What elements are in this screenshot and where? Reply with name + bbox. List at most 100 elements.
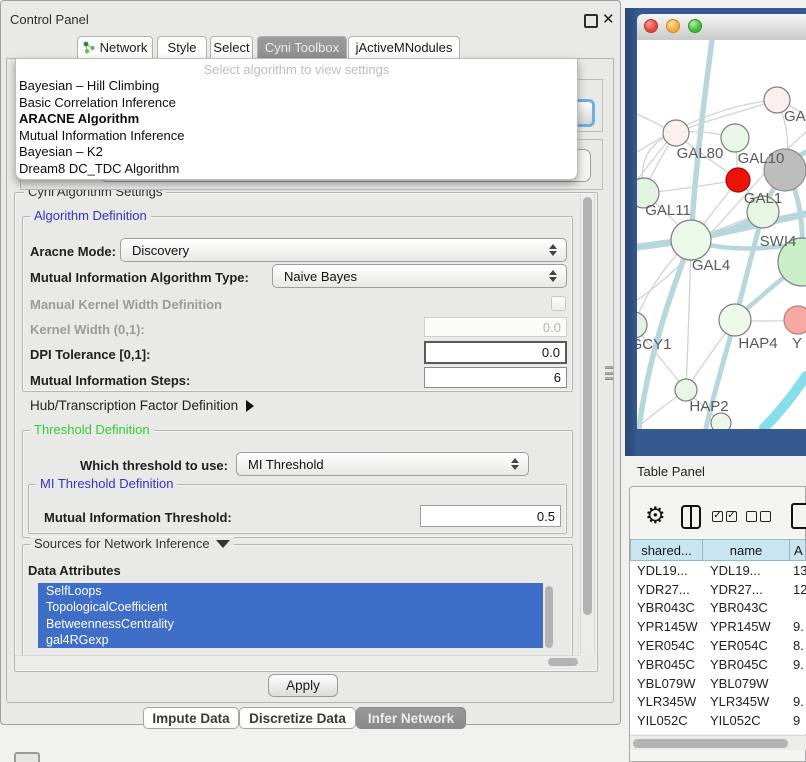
- tab-impute-data[interactable]: Impute Data: [143, 707, 239, 729]
- tab-cyni-toolbox[interactable]: Cyni Toolbox: [257, 36, 347, 58]
- float-panel-icon[interactable]: [584, 14, 598, 28]
- network-edge[interactable]: [764, 376, 806, 428]
- table-row[interactable]: YDL19...YDL19...13: [630, 561, 806, 580]
- network-canvas[interactable]: GALGAL80GAL10GAL1GAL11SWI4GAL4GCY1HAP4YH…: [637, 40, 806, 429]
- algorithm-option[interactable]: ARACNE Algorithm: [16, 111, 577, 128]
- table-cell: YBR043C: [630, 600, 703, 615]
- mi-steps-field[interactable]: 6: [424, 367, 567, 388]
- sources-clip-region: Sources for Network Inference Data Attri…: [15, 530, 579, 655]
- checked-checkbox-icon[interactable]: ✓: [712, 511, 723, 522]
- network-node-label: GAL1: [744, 190, 782, 207]
- settings-vertical-scrollbar-thumb[interactable]: [583, 197, 592, 615]
- data-attributes-label: Data Attributes: [28, 563, 121, 578]
- algorithm-option[interactable]: Mutual Information Inference: [16, 128, 577, 145]
- hub-definition-toggle[interactable]: Hub/Transcription Factor Definition: [30, 398, 254, 413]
- table-cell: YBR045C: [630, 657, 703, 672]
- algorithm-option[interactable]: Basic Correlation Inference: [16, 95, 577, 112]
- dpi-tolerance-label: DPI Tolerance [0,1]:: [30, 347, 150, 362]
- algorithm-dropdown-placeholder: Select algorithm to view settings: [16, 61, 577, 78]
- column-header-shared-name[interactable]: shared...: [630, 539, 703, 561]
- table-row[interactable]: YDR27...YDR27...12: [630, 580, 806, 599]
- data-attributes-list: SelfLoopsTopologicalCoefficientBetweenne…: [38, 583, 543, 648]
- settings-horizontal-scrollbar-thumb[interactable]: [548, 658, 578, 666]
- attribute-list-item[interactable]: gal4RGexp: [38, 632, 543, 648]
- network-node[interactable]: [726, 168, 750, 192]
- table-horizontal-scrollbar[interactable]: [630, 735, 806, 750]
- network-window-titlebar[interactable]: [637, 14, 806, 41]
- table-cell: 13: [790, 563, 806, 578]
- table-mode-icon[interactable]: [791, 503, 806, 529]
- tab-network[interactable]: Network: [77, 36, 153, 58]
- table-cell: 9.: [790, 694, 806, 709]
- table-cell: YPR145W: [703, 619, 790, 634]
- apply-button[interactable]: Apply: [268, 674, 338, 697]
- column-header-name[interactable]: name: [702, 539, 790, 561]
- network-node-label: GAL4: [692, 257, 730, 274]
- kernel-width-field[interactable]: 0.0: [424, 317, 567, 337]
- gear-icon[interactable]: ⚙: [645, 503, 666, 529]
- table-row[interactable]: YBR043CYBR043C: [630, 599, 806, 618]
- checked-checkbox-icon[interactable]: ✓: [726, 511, 737, 522]
- attribute-list-item[interactable]: SelfLoops: [38, 583, 543, 599]
- table-row[interactable]: YPR145WYPR145W9.: [630, 617, 806, 636]
- mi-threshold-field[interactable]: 0.5: [420, 505, 561, 527]
- column-header-partial[interactable]: A: [789, 539, 806, 561]
- table-row[interactable]: YBL079WYBL079W: [630, 674, 806, 693]
- close-panel-icon[interactable]: ✕: [602, 10, 615, 28]
- tab-infer-network[interactable]: Infer Network: [356, 707, 466, 729]
- unchecked-checkbox-icon[interactable]: [746, 511, 757, 522]
- manual-kernel-label: Manual Kernel Width Definition: [30, 297, 222, 312]
- network-node[interactable]: [721, 124, 749, 152]
- zoom-window-icon[interactable]: [688, 19, 702, 33]
- combo-spinner-icon: [548, 243, 558, 257]
- algorithm-option[interactable]: Bayesian – Hill Climbing: [16, 78, 577, 95]
- tab-jactivemnodules[interactable]: jActiveMNodules: [348, 36, 460, 58]
- network-node-label: GAL: [784, 108, 806, 125]
- network-node[interactable]: [719, 304, 751, 336]
- tab-select[interactable]: Select: [210, 36, 253, 58]
- minimize-window-icon[interactable]: [666, 19, 680, 33]
- mi-steps-label: Mutual Information Steps:: [30, 373, 190, 388]
- sources-group-title[interactable]: Sources for Network Inference: [30, 537, 234, 551]
- network-node[interactable]: [637, 312, 647, 338]
- unchecked-checkbox-icon[interactable]: [760, 511, 771, 522]
- attribute-list-item[interactable]: BetweennessCentrality: [38, 616, 543, 632]
- table-row[interactable]: YIL052CYIL052C9: [630, 711, 806, 730]
- table-cell: YLR345W: [703, 694, 790, 709]
- table-horizontal-scrollbar-thumb[interactable]: [633, 739, 788, 748]
- network-edge[interactable]: [686, 240, 691, 390]
- collapsed-panel-button[interactable]: [14, 752, 40, 762]
- table-cell: YPR145W: [630, 619, 703, 634]
- mi-type-select[interactable]: Naive Bayes: [272, 264, 567, 288]
- table-row[interactable]: YBR045CYBR045C9.: [630, 655, 806, 674]
- settings-horizontal-scrollbar[interactable]: [15, 655, 580, 668]
- network-node[interactable]: [711, 413, 731, 429]
- tab-style[interactable]: Style: [157, 36, 207, 58]
- table-row[interactable]: YER054CYER054C8.: [630, 636, 806, 655]
- combo-spinner-icon: [510, 457, 520, 471]
- network-node[interactable]: [663, 120, 689, 146]
- network-node-label: GAL10: [738, 150, 785, 167]
- combo-spinner-icon: [548, 269, 558, 283]
- split-table-icon[interactable]: [681, 505, 701, 529]
- table-cell: YIL052C: [630, 713, 703, 728]
- mi-type-label: Mutual Information Algorithm Type:: [30, 270, 249, 285]
- collapsed-arrow-icon: [246, 400, 254, 412]
- table-cell: YER054C: [630, 638, 703, 653]
- table-row[interactable]: YLR345WYLR345W9.: [630, 693, 806, 712]
- close-window-icon[interactable]: [644, 19, 658, 33]
- settings-vertical-scrollbar[interactable]: [580, 194, 595, 654]
- network-node[interactable]: [784, 306, 806, 334]
- dpi-tolerance-field[interactable]: 0.0: [424, 341, 567, 364]
- panel-divider-grip[interactable]: [605, 366, 613, 380]
- aracne-mode-select[interactable]: Discovery: [120, 238, 567, 262]
- attribute-list-item[interactable]: TopologicalCoefficient: [38, 599, 543, 615]
- manual-kernel-checkbox[interactable]: [551, 296, 566, 311]
- which-threshold-select[interactable]: MI Threshold: [236, 452, 529, 476]
- node-table[interactable]: YDL19...YDL19...13YDR27...YDR27...12YBR0…: [630, 561, 806, 734]
- tab-discretize-data[interactable]: Discretize Data: [239, 707, 356, 729]
- algorithm-option[interactable]: Bayesian – K2: [16, 144, 577, 161]
- network-node[interactable]: [671, 220, 711, 260]
- algorithm-option[interactable]: Dream8 DC_TDC Algorithm: [16, 161, 577, 178]
- attributes-scrollbar-thumb[interactable]: [545, 586, 553, 648]
